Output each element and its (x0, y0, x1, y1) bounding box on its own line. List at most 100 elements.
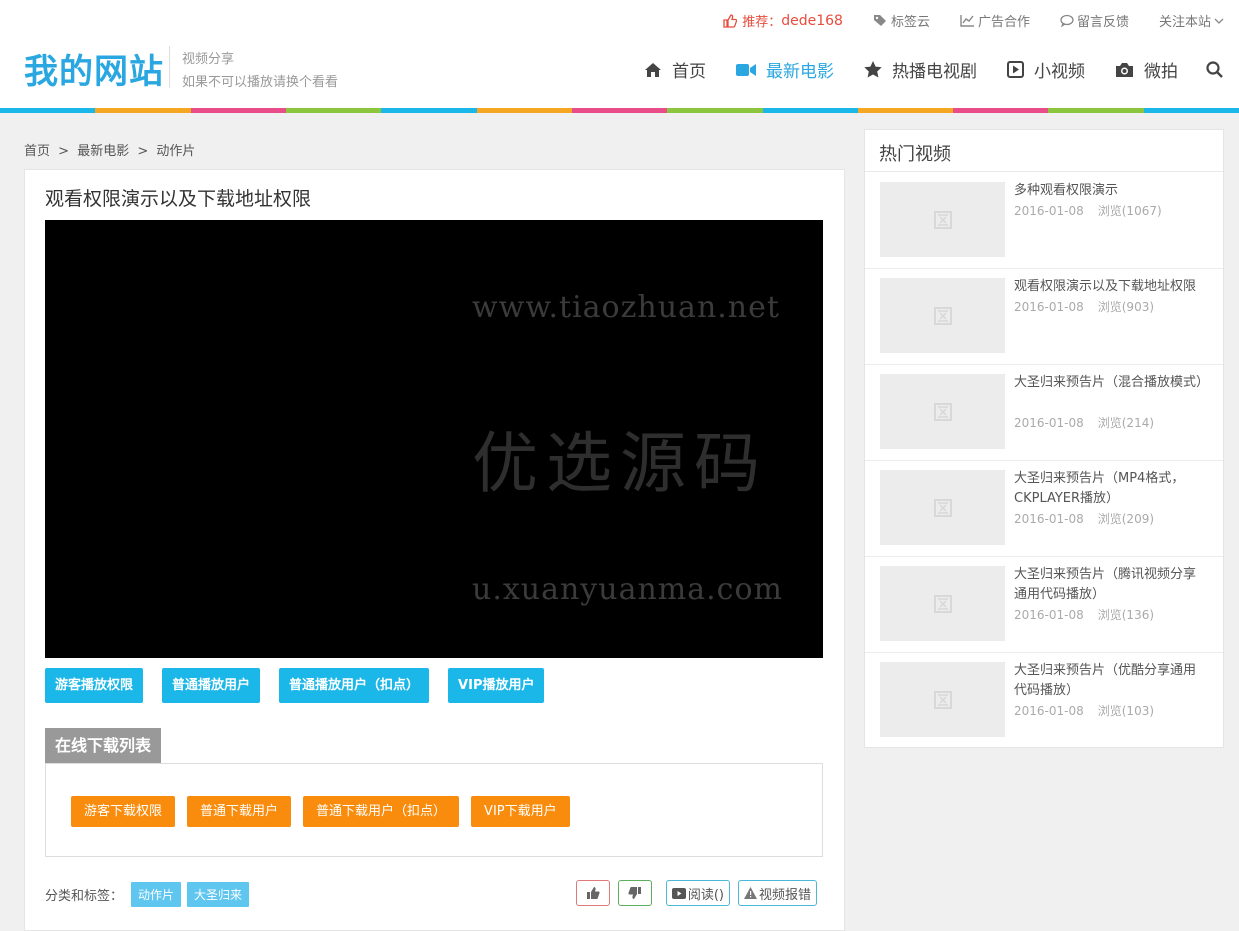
report-label: 视频报错 (758, 887, 811, 903)
vip-play-button[interactable]: VIP播放用户 (448, 668, 545, 703)
nav-item-micro-shot[interactable]: 微拍 (1115, 57, 1178, 82)
stripe-segment (285, 108, 382, 113)
nav-item-short-video[interactable]: 小视频 (1007, 57, 1085, 82)
nav-item-hot-tv[interactable]: 热播电视剧 (864, 57, 977, 82)
breadcrumb: 首页 > 最新电影 > 动作片 (24, 140, 199, 159)
recommend-link[interactable]: 推荐： dede168 (723, 11, 843, 30)
hot-video-meta: 2016-01-08 浏览(903) (1014, 298, 1168, 315)
nav-label: 最新电影 (766, 62, 834, 82)
ad-label: 广告合作 (977, 15, 1030, 30)
nav-item-latest-movies[interactable]: 最新电影 (736, 57, 834, 82)
hot-videos-sidebar: 热门视频 多种观看权限演示 2016-01-08 浏览(1067) 观看权限演示以及下… (864, 129, 1224, 748)
breadcrumb-separator: > (137, 144, 149, 159)
site-header: 推荐： dede168 标签云 广告合作 留言反馈 关注本站 我的网站 视频分享… (0, 0, 1239, 108)
video-thumbnail[interactable] (880, 662, 1005, 737)
normal-paid-download-button[interactable]: 普通下载用户（扣点） (303, 796, 460, 827)
home-icon (644, 62, 662, 78)
hot-video-views: 浏览(214) (1097, 416, 1155, 430)
report-button[interactable]: 视频报错 (737, 880, 817, 906)
article-card: 观看权限演示以及下载地址权限 www.tiaozhuan.net 优选源码 u.… (24, 169, 845, 931)
search-button[interactable] (1206, 61, 1223, 78)
read-count-button[interactable]: 阅读() (665, 880, 730, 906)
breadcrumb-home[interactable]: 首页 (24, 144, 50, 159)
hot-video-item[interactable]: 大圣归来预告片（腾讯视频分享通用代码播放） 2016-01-08 浏览(136) (865, 556, 1223, 653)
star-icon (864, 61, 882, 78)
slogan-line1: 视频分享 (182, 52, 235, 67)
recommend-user: dede168 (781, 12, 843, 29)
follow-menu[interactable]: 关注本站 (1159, 11, 1224, 30)
hot-video-views: 浏览(903) (1097, 300, 1155, 314)
stripe-segment (190, 108, 286, 113)
stripe-segment (1048, 108, 1144, 113)
watermark-url-2: u.xuanyuanma.com (472, 572, 783, 607)
hot-video-date: 2016-01-08 (1014, 512, 1084, 526)
chevron-down-icon (1214, 18, 1224, 24)
site-logo[interactable]: 我的网站 (24, 44, 164, 93)
image-placeholder-icon (933, 402, 952, 421)
video-thumbnail[interactable] (880, 374, 1005, 449)
nav-label: 首页 (672, 62, 706, 82)
breadcrumb-category[interactable]: 最新电影 (77, 144, 129, 159)
hot-video-date: 2016-01-08 (1014, 704, 1084, 718)
hot-video-views: 浏览(1067) (1097, 204, 1162, 218)
normal-download-button[interactable]: 普通下载用户 (187, 796, 292, 827)
hot-video-title[interactable]: 大圣归来预告片（MP4格式，CKPLAYER播放） (1014, 469, 1204, 509)
breadcrumb-current[interactable]: 动作片 (156, 144, 195, 159)
normal-paid-play-button[interactable]: 普通播放用户（扣点） (279, 668, 430, 703)
hot-video-title[interactable]: 多种观看权限演示 (1014, 181, 1204, 201)
tags-icon (873, 15, 886, 26)
image-placeholder-icon (933, 210, 952, 229)
hot-video-meta: 2016-01-08 浏览(1067) (1014, 202, 1176, 219)
normal-play-button[interactable]: 普通播放用户 (162, 668, 261, 703)
nav-label: 微拍 (1144, 62, 1178, 82)
hot-video-title[interactable]: 大圣归来预告片（优酷分享通用代码播放） (1014, 661, 1204, 701)
stripe-segment (667, 108, 763, 113)
thumbs-down-icon (628, 887, 641, 899)
download-list-box: 游客下载权限 普通下载用户 普通下载用户（扣点） VIP下载用户 (45, 763, 823, 857)
tag-item[interactable]: 动作片 (131, 882, 182, 907)
camera-icon (1115, 62, 1134, 78)
video-thumbnail[interactable] (880, 182, 1005, 257)
hot-video-title[interactable]: 大圣归来预告片（腾讯视频分享通用代码播放） (1014, 565, 1204, 605)
youtube-play-icon (671, 887, 686, 899)
dislike-button[interactable] (617, 880, 652, 906)
play-square-icon (1007, 61, 1024, 78)
hot-video-item[interactable]: 大圣归来预告片（优酷分享通用代码播放） 2016-01-08 浏览(103) (865, 652, 1223, 748)
vip-download-button[interactable]: VIP下载用户 (471, 796, 570, 827)
hot-video-meta: 2016-01-08 浏览(103) (1014, 702, 1168, 719)
hot-video-item[interactable]: 观看权限演示以及下载地址权限 2016-01-08 浏览(903) (865, 268, 1223, 365)
guest-download-button[interactable]: 游客下载权限 (71, 796, 176, 827)
hot-video-meta: 2016-01-08 浏览(214) (1014, 414, 1168, 431)
hot-video-title[interactable]: 观看权限演示以及下载地址权限 (1014, 277, 1204, 297)
tags-cloud-link[interactable]: 标签云 (873, 11, 930, 30)
thumbs-up-icon (723, 13, 738, 28)
like-button[interactable] (575, 880, 610, 906)
image-placeholder-icon (933, 594, 952, 613)
stripe-segment (571, 108, 668, 113)
hot-video-item[interactable]: 大圣归来预告片（混合播放模式） 2016-01-08 浏览(214) (865, 364, 1223, 461)
download-list-title: 在线下载列表 (45, 728, 162, 763)
ad-link[interactable]: 广告合作 (960, 11, 1030, 30)
guest-play-button[interactable]: 游客播放权限 (45, 668, 144, 703)
stripe-segment (762, 108, 858, 113)
sidebar-title: 热门视频 (879, 144, 951, 165)
tags-row: 分类和标签： 动作片 大圣归来 (45, 882, 250, 907)
hot-video-date: 2016-01-08 (1014, 204, 1084, 218)
hot-video-item[interactable]: 多种观看权限演示 2016-01-08 浏览(1067) (865, 172, 1223, 269)
video-thumbnail[interactable] (880, 278, 1005, 353)
hot-video-title[interactable]: 大圣归来预告片（混合播放模式） (1014, 373, 1209, 393)
nav-item-home[interactable]: 首页 (644, 57, 706, 82)
tag-item[interactable]: 大圣归来 (187, 882, 250, 907)
feedback-link[interactable]: 留言反馈 (1060, 11, 1129, 30)
hot-video-meta: 2016-01-08 浏览(136) (1014, 606, 1168, 623)
play-permission-buttons: 游客播放权限 普通播放用户 普通播放用户（扣点） VIP播放用户 (45, 668, 563, 703)
video-thumbnail[interactable] (880, 470, 1005, 545)
watermark-brand: 优选源码 (472, 425, 768, 502)
hot-video-item[interactable]: 大圣归来预告片（MP4格式，CKPLAYER播放） 2016-01-08 浏览(20… (865, 460, 1223, 557)
stripe-segment (857, 108, 954, 113)
video-player[interactable]: www.tiaozhuan.net 优选源码 u.xuanyuanma.com (45, 220, 823, 658)
video-thumbnail[interactable] (880, 566, 1005, 641)
stripe-segment (953, 108, 1049, 113)
thumbs-up-icon (586, 887, 600, 899)
comment-icon (1060, 14, 1074, 27)
